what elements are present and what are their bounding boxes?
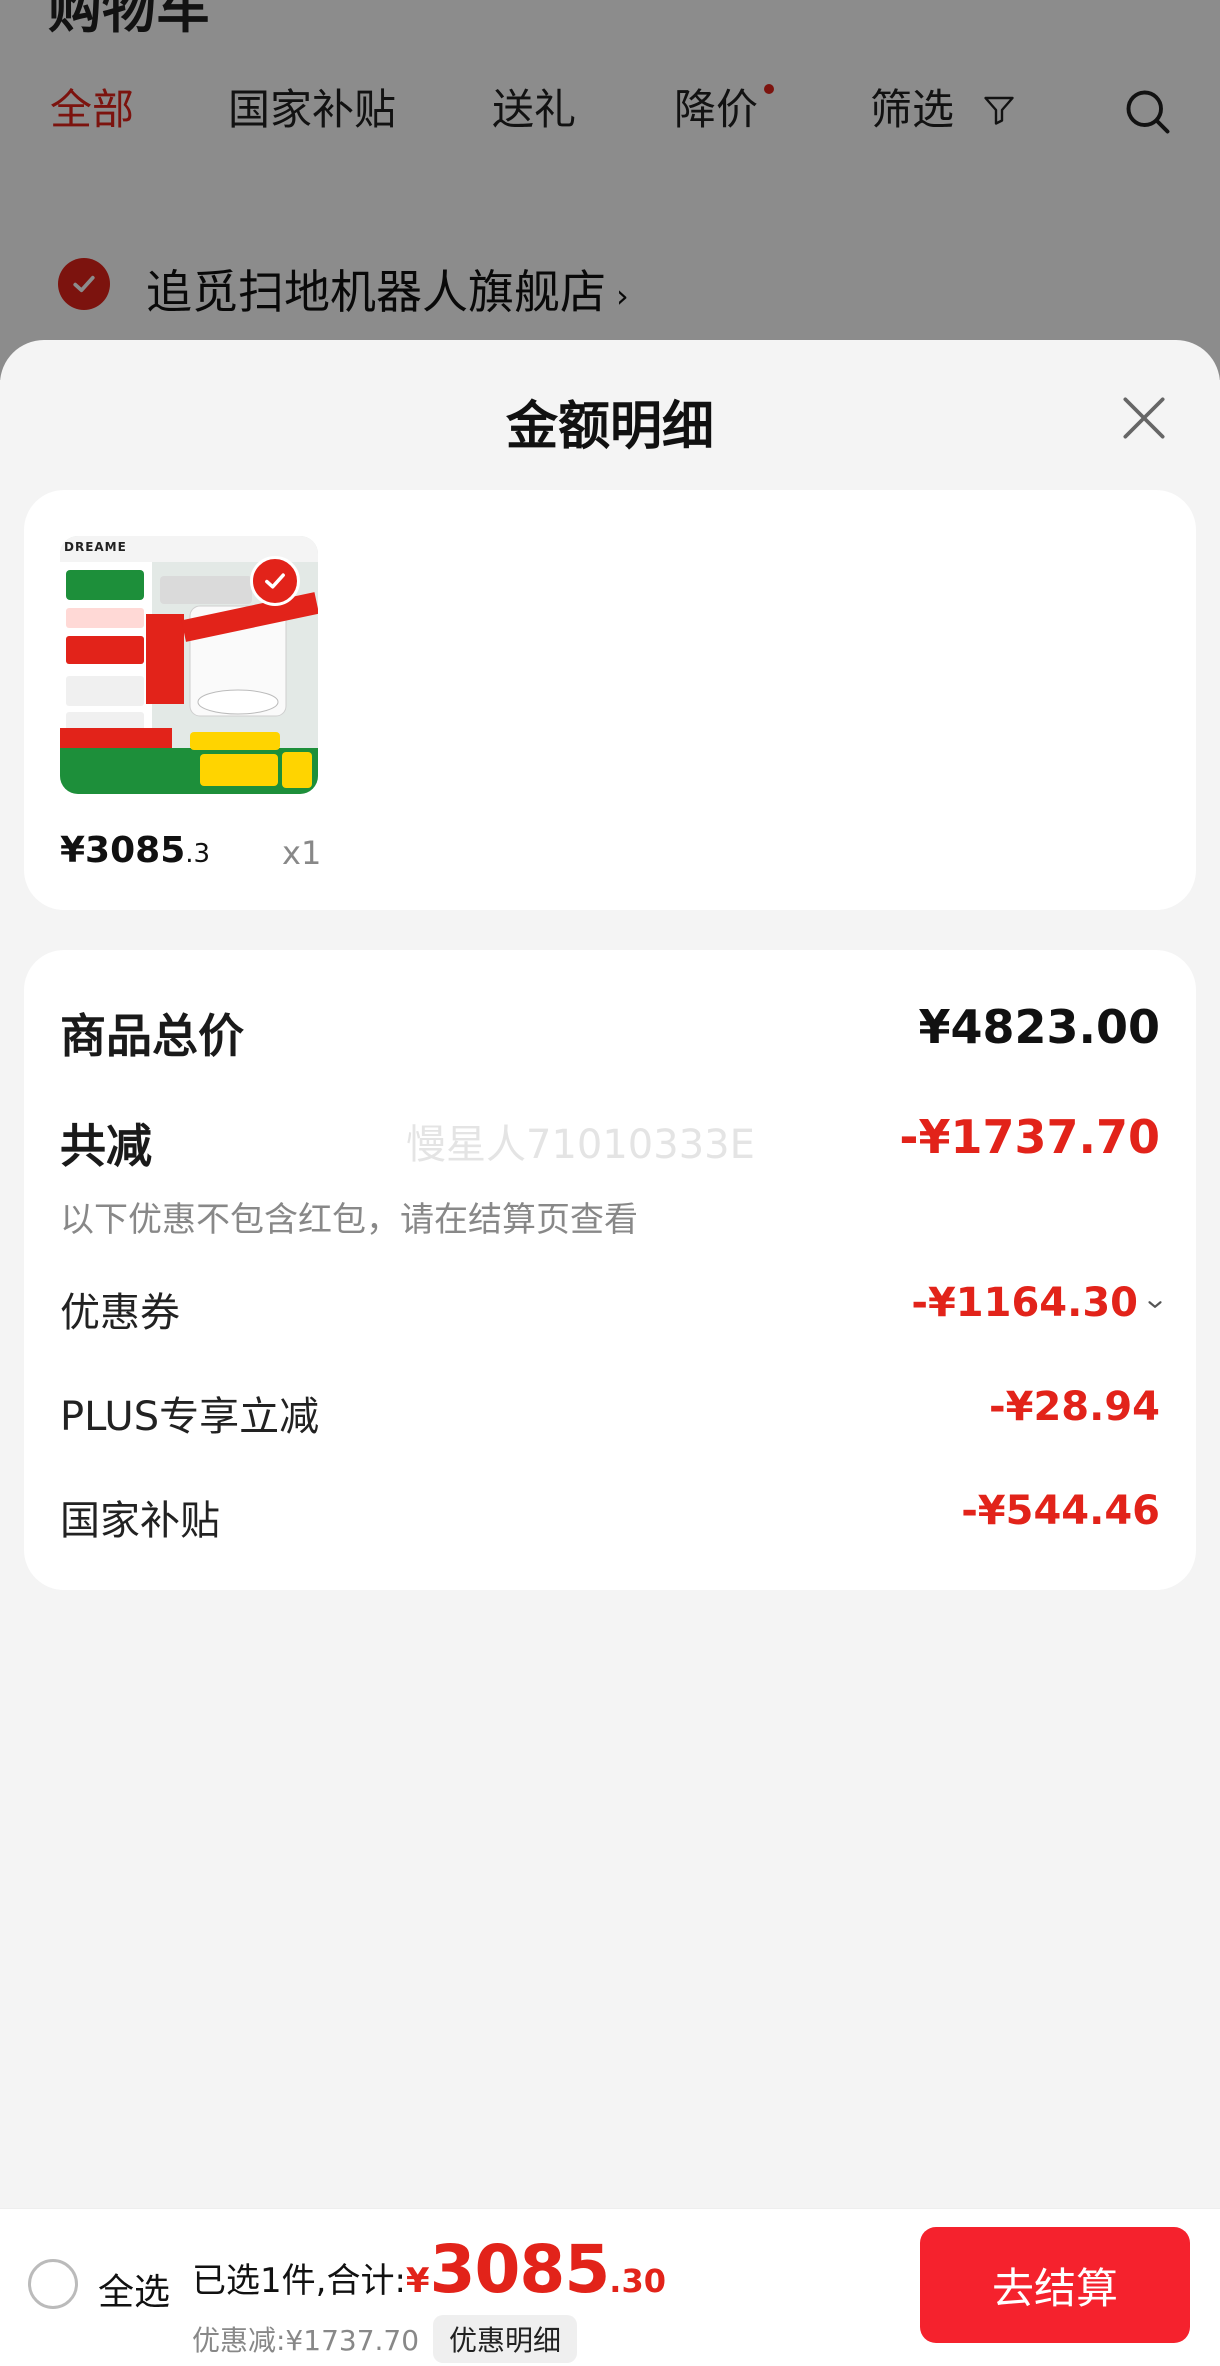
total-price-row: 商品总价 ¥4823.00 — [60, 1000, 1160, 1063]
product-thumbnail[interactable]: DREAME — [60, 536, 318, 794]
coupon-row[interactable]: 优惠券 -¥1164.30 — [60, 1280, 1162, 1340]
product-brand: DREAME — [64, 540, 127, 554]
currency-symbol: ¥ — [405, 2261, 430, 2301]
total-price-value: ¥4823.00 — [918, 1000, 1160, 1054]
gov-subsidy-value: -¥544.46 — [961, 1488, 1160, 1534]
total-reduction-row: 共减 -¥1737.70 — [60, 1110, 1160, 1173]
plus-discount-row: PLUS专享立减 -¥28.94 — [60, 1384, 1160, 1444]
checkout-button[interactable]: 去结算 — [920, 2227, 1190, 2343]
order-total-decimal: .30 — [609, 2262, 666, 2300]
product-card: DREAME ¥3085.3 x1 — [24, 490, 1196, 910]
order-total: 已选1件,合计:¥3085.30 — [192, 2231, 666, 2308]
total-reduction-label: 共减 — [60, 1119, 152, 1173]
discount-detail-button[interactable]: 优惠明细 — [433, 2315, 578, 2363]
check-icon — [265, 573, 285, 589]
sheet-title: 金额明细 — [505, 397, 714, 457]
price-breakdown-card: 商品总价 ¥4823.00 慢星人71010333E 共减 -¥1737.70 … — [24, 950, 1196, 1590]
total-price-label: 商品总价 — [60, 1009, 244, 1063]
select-all-label[interactable]: 全选 — [98, 2263, 170, 2315]
reduction-note: 以下优惠不包含红包，请在结算页查看 — [60, 1200, 638, 1240]
order-total-integer: 3085 — [429, 2231, 611, 2308]
discount-amount: 优惠减:¥1737.70 — [192, 2324, 420, 2357]
overlay-scrim[interactable] — [0, 0, 1220, 380]
chevron-down-icon — [1148, 1301, 1162, 1308]
gov-subsidy-row: 国家补贴 -¥544.46 — [60, 1488, 1160, 1548]
checkout-bar: 全选 已选1件,合计:¥3085.30 优惠减:¥1737.70 优惠明细 去结算 — [0, 2208, 1220, 2366]
gov-subsidy-label: 国家补贴 — [60, 1498, 220, 1544]
coupon-value: -¥1164.30 — [911, 1280, 1138, 1326]
product-price-decimal: .3 — [185, 839, 211, 869]
select-all-checkbox[interactable] — [28, 2259, 78, 2309]
plus-discount-label: PLUS专享立减 — [60, 1394, 320, 1440]
close-icon[interactable] — [1116, 390, 1172, 446]
plus-discount-value: -¥28.94 — [989, 1384, 1160, 1430]
amount-detail-sheet: 金额明细 DREAME ¥3085.3 x1 商品总价 ¥4823.00 慢星人… — [0, 340, 1220, 2366]
coupon-label: 优惠券 — [60, 1290, 180, 1336]
product-checkbox[interactable] — [250, 556, 300, 606]
order-total-label: 已选1件,合计: — [192, 2261, 406, 2301]
product-price-main: ¥3085 — [60, 830, 186, 871]
total-reduction-value: -¥1737.70 — [899, 1110, 1160, 1164]
product-price: ¥3085.3 — [60, 830, 210, 871]
product-quantity: x1 — [282, 834, 322, 872]
discount-summary: 优惠减:¥1737.70 优惠明细 — [192, 2315, 578, 2363]
sheet-header: 金额明细 — [0, 340, 1220, 470]
